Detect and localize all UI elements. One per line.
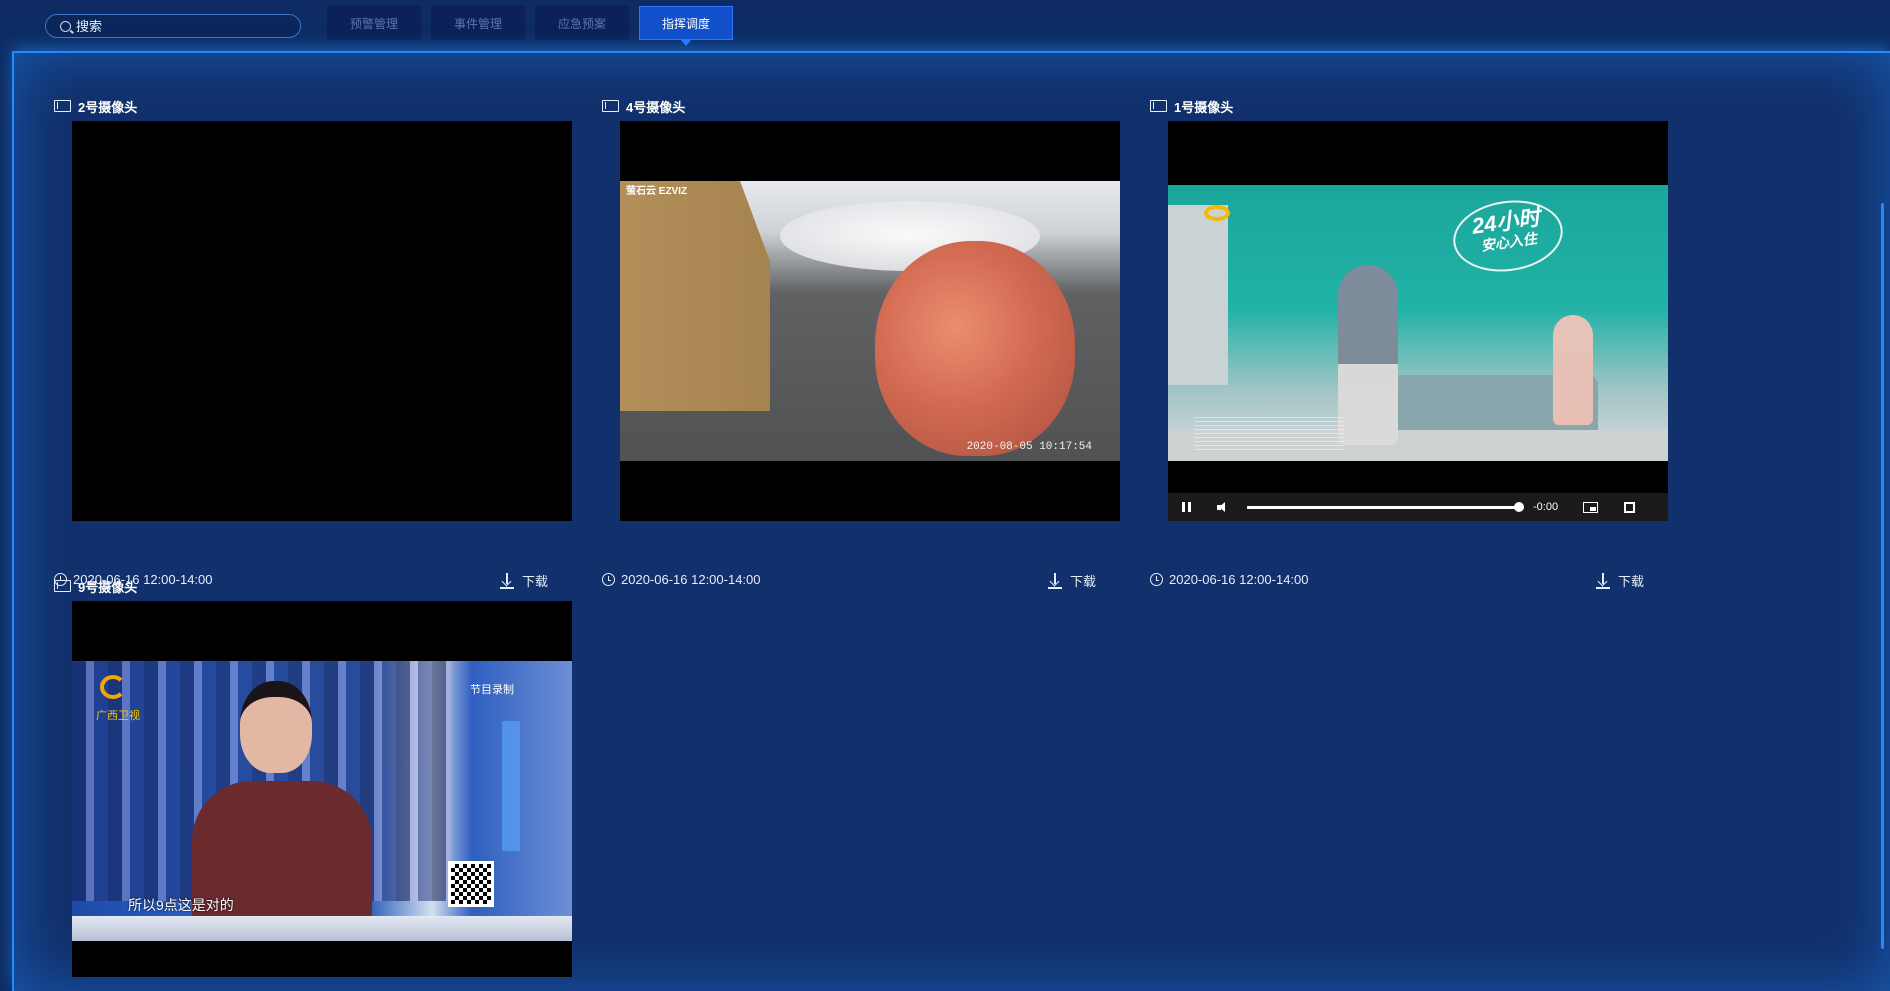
ad-badge: 24小时 安心入住 <box>1448 193 1568 279</box>
subtitle: 所以9点这是对的 <box>128 897 234 913</box>
tab-warning-management[interactable]: 预警管理 <box>327 6 421 40</box>
window <box>1168 205 1228 385</box>
camera-icon <box>602 100 619 112</box>
wall <box>620 181 770 411</box>
clock-icon <box>1150 573 1163 586</box>
ezviz-logo: 萤石云 EZVIZ <box>626 186 688 197</box>
download-label: 下载 <box>1070 574 1097 589</box>
camera-title-label: 4号摄像头 <box>626 99 686 115</box>
search-icon <box>60 20 71 32</box>
camera-title-label: 1号摄像头 <box>1174 99 1234 115</box>
time-range: 2020-06-16 12:00-14:00 <box>1169 572 1309 587</box>
video-frame-apple: 萤石云 EZVIZ 2020-08-05 10:17:54 <box>620 181 1120 461</box>
fine-print <box>1194 417 1344 451</box>
time-range: 2020-06-16 12:00-14:00 <box>621 572 761 587</box>
tv-logo-text: 广西卫视 <box>96 710 140 722</box>
man <box>1338 265 1398 445</box>
scrollbar[interactable] <box>1881 203 1884 949</box>
time-remaining: -0:00 <box>1533 501 1559 513</box>
video-player[interactable]: 萤石云 EZVIZ 2020-08-05 10:17:54 <box>620 121 1120 521</box>
main-panel: 2号摄像头 2020-06-16 12:00-14:00 下载 4号摄像头 萤石… <box>12 51 1890 991</box>
tv-logo <box>100 675 126 699</box>
camera-title-label: 9号摄像头 <box>78 579 138 595</box>
volume-icon[interactable] <box>1217 501 1231 513</box>
tab-event-management[interactable]: 事件管理 <box>431 6 525 40</box>
apple <box>875 241 1075 456</box>
camera-icon <box>1150 100 1167 112</box>
camera-icon <box>54 100 71 112</box>
search-input[interactable] <box>76 18 276 34</box>
progress-knob[interactable] <box>1514 501 1524 512</box>
player-controls: -0:00 <box>1168 493 1668 521</box>
video-player[interactable]: 广西卫视 节目录制 所以9点这是对的 <box>72 601 572 977</box>
tab-emergency-plan[interactable]: 应急预案 <box>535 6 629 40</box>
host-head <box>240 681 312 773</box>
download-button[interactable]: 下载 <box>1048 571 1096 590</box>
fullscreen-icon[interactable] <box>1624 501 1635 513</box>
download-label: 下载 <box>1618 574 1645 589</box>
camera-icon <box>54 580 71 592</box>
search-box[interactable] <box>45 14 301 38</box>
pip-icon[interactable] <box>1583 501 1598 513</box>
progress-track[interactable] <box>1247 501 1524 512</box>
vertical-banner <box>502 721 520 851</box>
camera-title: 4号摄像头 <box>602 97 685 115</box>
download-button[interactable]: 下载 <box>500 571 548 590</box>
camera-title: 1号摄像头 <box>1150 97 1233 115</box>
download-icon <box>1596 572 1610 589</box>
camera-title: 2号摄像头 <box>54 97 137 115</box>
video-timestamp: 2020-08-05 10:17:54 <box>966 441 1092 453</box>
download-button[interactable]: 下载 <box>1596 571 1644 590</box>
video-frame-family-ad: 24小时 安心入住 <box>1168 185 1668 461</box>
video-frame-tv-host: 广西卫视 节目录制 所以9点这是对的 <box>72 661 572 941</box>
pause-icon[interactable] <box>1182 502 1191 512</box>
qr-code <box>448 861 494 907</box>
download-icon <box>1048 572 1062 589</box>
download-label: 下载 <box>522 574 549 589</box>
clock-icon <box>602 573 615 586</box>
top-bar: 预警管理 事件管理 应急预案 指挥调度 <box>0 0 1890 52</box>
download-icon <box>500 572 514 589</box>
video-player[interactable] <box>72 121 572 521</box>
woman <box>1553 315 1593 425</box>
camera-title: 9号摄像头 <box>54 577 137 595</box>
desk <box>72 916 572 941</box>
camera-meta: 2020-06-16 12:00-14:00 下载 <box>1150 571 1670 589</box>
recording-label: 节目录制 <box>470 684 514 696</box>
camera-meta: 2020-06-16 12:00-14:00 下载 <box>602 571 1122 589</box>
camera-title-label: 2号摄像头 <box>78 99 138 115</box>
channel-logo <box>1204 205 1230 221</box>
tab-command-dispatch[interactable]: 指挥调度 <box>639 6 733 46</box>
video-player[interactable]: 24小时 安心入住 -0:00 <box>1168 121 1668 521</box>
